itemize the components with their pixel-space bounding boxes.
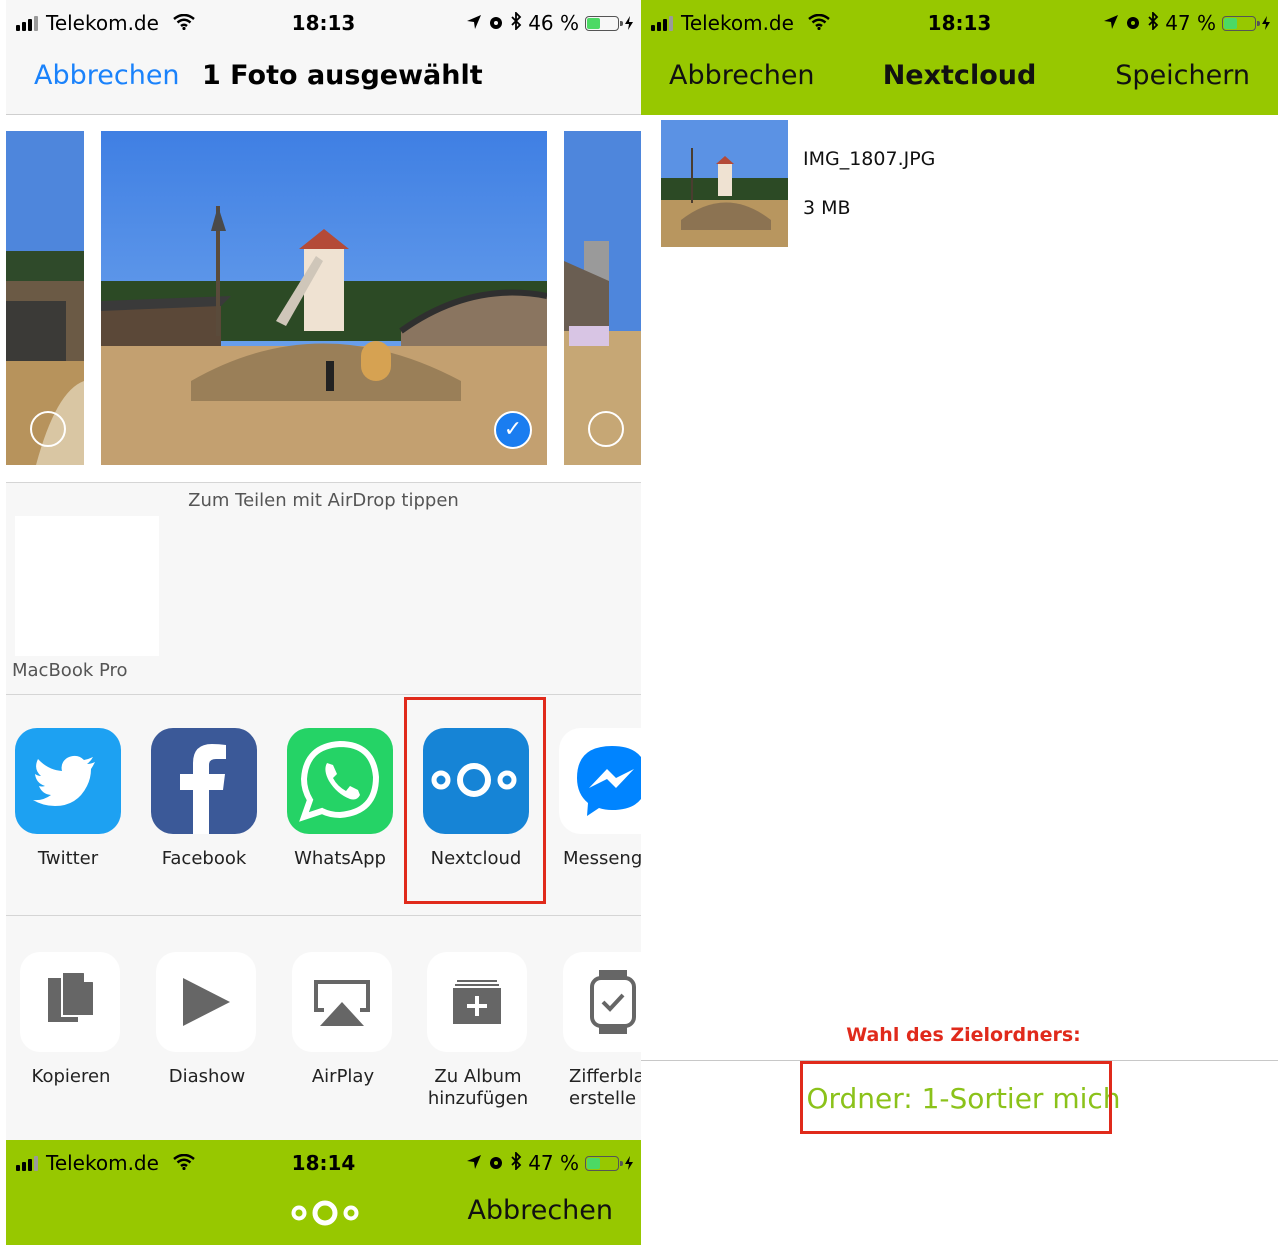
save-button[interactable]: Speichern [1115, 60, 1250, 91]
action-add-to-album[interactable]: Zu Album hinzufügen [427, 952, 529, 1110]
bluetooth-icon [1147, 10, 1159, 35]
location-arrow-icon [466, 1151, 482, 1175]
airdrop-device-label: MacBook Pro [12, 660, 128, 681]
select-circle[interactable] [588, 411, 624, 447]
file-name: IMG_1807.JPG [803, 148, 936, 170]
nextcloud-header: Telekom.de 18:13 47 % Abbrechen Nextclou… [641, 0, 1278, 115]
copy-icon [20, 952, 120, 1052]
battery-percent: 47 % [1165, 11, 1216, 35]
photo-thumbnail[interactable] [564, 131, 641, 465]
share-app-label: Twitter [37, 848, 99, 869]
facebook-icon [151, 728, 257, 834]
action-label: Kopieren [31, 1066, 111, 1087]
cancel-button[interactable]: Abbrechen [34, 60, 180, 91]
battery-fill [1224, 17, 1238, 29]
action-slideshow[interactable]: Diashow [156, 952, 258, 1088]
battery-icon [1222, 15, 1260, 31]
charging-icon [1262, 11, 1270, 35]
bluetooth-icon [510, 1150, 522, 1175]
play-icon [156, 952, 256, 1052]
share-app-label: Facebook [161, 848, 247, 869]
battery-icon [585, 1155, 623, 1171]
status-bar: Telekom.de 18:13 47 % [641, 0, 1278, 46]
highlight-box-nextcloud [404, 697, 546, 904]
charging-icon [625, 1151, 633, 1175]
share-actions-row: Kopieren Diashow AirPlay Zu Album hinzuf… [6, 916, 641, 1140]
battery-icon [585, 15, 623, 31]
alarm-icon [488, 1151, 504, 1175]
highlight-box-folder [800, 1061, 1112, 1134]
airdrop-hint: Zum Teilen mit AirDrop tippen [188, 490, 459, 511]
airdrop-device-macbook[interactable] [15, 516, 159, 656]
selected-check-icon[interactable]: ✓ [494, 411, 532, 449]
alarm-icon [488, 11, 504, 35]
messenger-icon [559, 728, 641, 834]
share-app-facebook[interactable]: Facebook [151, 728, 257, 869]
add-album-icon [427, 952, 527, 1052]
action-label: AirPlay [311, 1066, 375, 1087]
status-bar: Telekom.de 18:14 47 % [6, 1140, 641, 1182]
destination-hint: Wahl des Zielordners: [846, 1024, 1081, 1046]
bluetooth-icon [510, 10, 522, 35]
airdrop-section: Zum Teilen mit AirDrop tippen MacBook Pr… [6, 482, 641, 695]
photo-thumbnail-selected[interactable]: ✓ [101, 131, 547, 465]
location-arrow-icon [1103, 11, 1119, 35]
share-app-twitter[interactable]: Twitter [15, 728, 121, 869]
charging-icon [625, 11, 633, 35]
photo-strip: ✓ [6, 115, 641, 483]
airplay-icon [292, 952, 392, 1052]
alarm-icon [1125, 11, 1141, 35]
battery-fill [587, 17, 600, 29]
location-arrow-icon [466, 11, 482, 35]
nextcloud-logo-icon [290, 1198, 360, 1232]
twitter-icon [15, 728, 121, 834]
share-sheet-panel: Telekom.de 18:13 46 % Abbrechen 1 Foto a… [6, 0, 641, 1245]
battery-percent: 46 % [528, 11, 579, 35]
action-create-watch-face[interactable]: Zifferbla erstelle [563, 952, 641, 1110]
cancel-button[interactable]: Abbrechen [467, 1195, 613, 1226]
share-app-whatsapp[interactable]: WhatsApp [287, 728, 393, 869]
action-label: Zu Album hinzufügen [427, 1066, 529, 1109]
page-title: 1 Foto ausgewählt [202, 60, 483, 91]
share-app-messenger[interactable]: Messeng [559, 728, 641, 869]
file-thumbnail [661, 120, 788, 247]
status-bar: Telekom.de 18:13 46 % [6, 0, 641, 46]
file-size: 3 MB [803, 197, 851, 219]
whatsapp-icon [287, 728, 393, 834]
battery-fill [587, 1157, 601, 1169]
photo-thumbnail[interactable] [6, 131, 84, 465]
nextcloud-bottom-bar: Telekom.de 18:14 47 % Abbrechen [6, 1140, 641, 1245]
action-copy[interactable]: Kopieren [20, 952, 122, 1088]
battery-percent: 47 % [528, 1151, 579, 1175]
nextcloud-upload-panel: Telekom.de 18:13 47 % Abbrechen Nextclou… [641, 0, 1286, 1245]
action-label: Zifferbla erstelle [569, 1066, 641, 1109]
watch-icon [563, 952, 641, 1052]
select-circle[interactable] [30, 411, 66, 447]
action-airplay[interactable]: AirPlay [292, 952, 394, 1088]
action-label: Diashow [168, 1066, 246, 1087]
share-app-label: WhatsApp [294, 848, 386, 869]
share-nav-bar: Abbrechen 1 Foto ausgewählt [6, 46, 641, 115]
share-app-label: Messeng [563, 848, 641, 869]
